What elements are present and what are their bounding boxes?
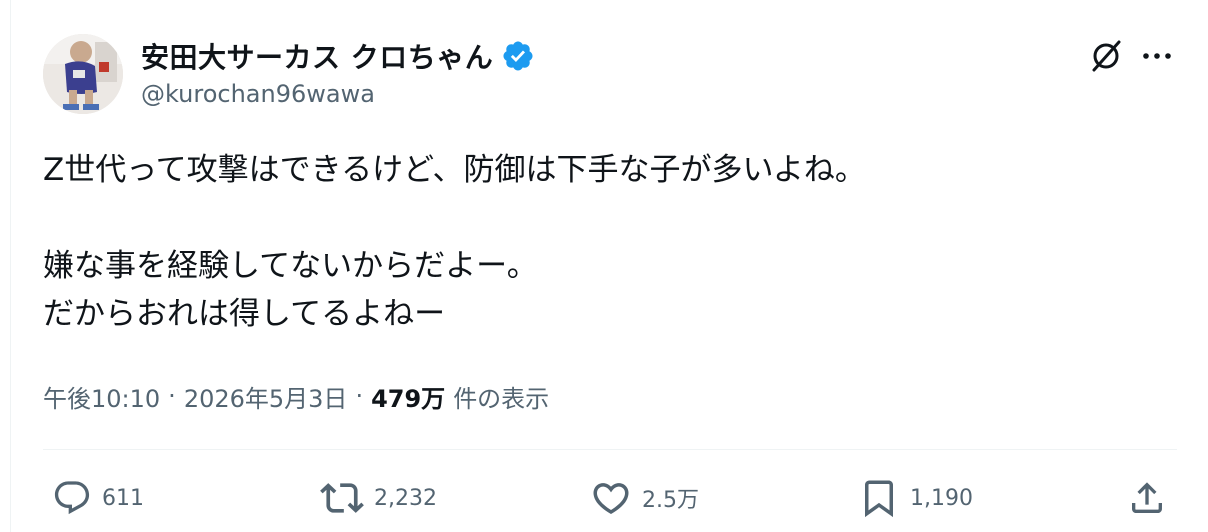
more-options-icon[interactable] (1137, 36, 1177, 76)
bookmark-count: 1,190 (910, 485, 973, 511)
author-display-name[interactable]: 安田大サーカス クロちゃん (141, 36, 493, 76)
reply-count: 611 (102, 485, 144, 511)
tweet-line: 嫌な事を経験してないからだよー。 (43, 248, 538, 284)
reply-button[interactable]: 611 (52, 470, 144, 526)
grok-icon[interactable] (1086, 36, 1126, 76)
retweet-button[interactable]: 2,232 (320, 470, 437, 526)
views-count[interactable]: 479万 (371, 379, 445, 414)
tweet-meta: 午後10:10 · 2026年5月3日 · 479万 件の表示 (43, 376, 549, 416)
tweet-line: Z世代って攻撃はできるけど、防御は下手な子が多いよね。 (43, 152, 866, 188)
views-label: 件の表示 (453, 384, 550, 413)
meta-separator: · (355, 382, 364, 410)
like-button[interactable]: 2.5万 (590, 470, 699, 526)
tweet-line: だからおれは得してるよねー (43, 296, 446, 332)
like-icon (593, 483, 629, 515)
share-button[interactable] (1127, 470, 1167, 526)
verified-badge-icon[interactable] (501, 39, 535, 73)
retweet-count: 2,232 (374, 485, 437, 511)
meta-separator: · (168, 382, 176, 410)
divider (43, 449, 1177, 450)
avatar[interactable] (43, 34, 123, 114)
reply-icon (54, 481, 90, 515)
tweet-card: 安田大サーカス クロちゃん @kurochan96wawa Z世代って攻撃はでき… (0, 0, 1208, 532)
like-count: 2.5万 (642, 488, 699, 513)
tweet-date[interactable]: 2026年5月3日 (184, 379, 348, 414)
retweet-icon (320, 483, 364, 513)
share-icon (1132, 482, 1162, 513)
left-border (10, 0, 11, 532)
bookmark-icon (865, 480, 893, 518)
tweet-text: Z世代って攻撃はできるけど、防御は下手な子が多いよね。 嫌な事を経験してないから… (43, 146, 1163, 338)
author-handle[interactable]: @kurochan96wawa (141, 80, 375, 108)
author-name-row: 安田大サーカス クロちゃん (141, 36, 535, 76)
bookmark-button[interactable]: 1,190 (858, 470, 973, 526)
tweet-time[interactable]: 午後10:10 (43, 379, 160, 414)
action-bar: 611 2,232 2.5万 1,190 (0, 470, 1208, 526)
